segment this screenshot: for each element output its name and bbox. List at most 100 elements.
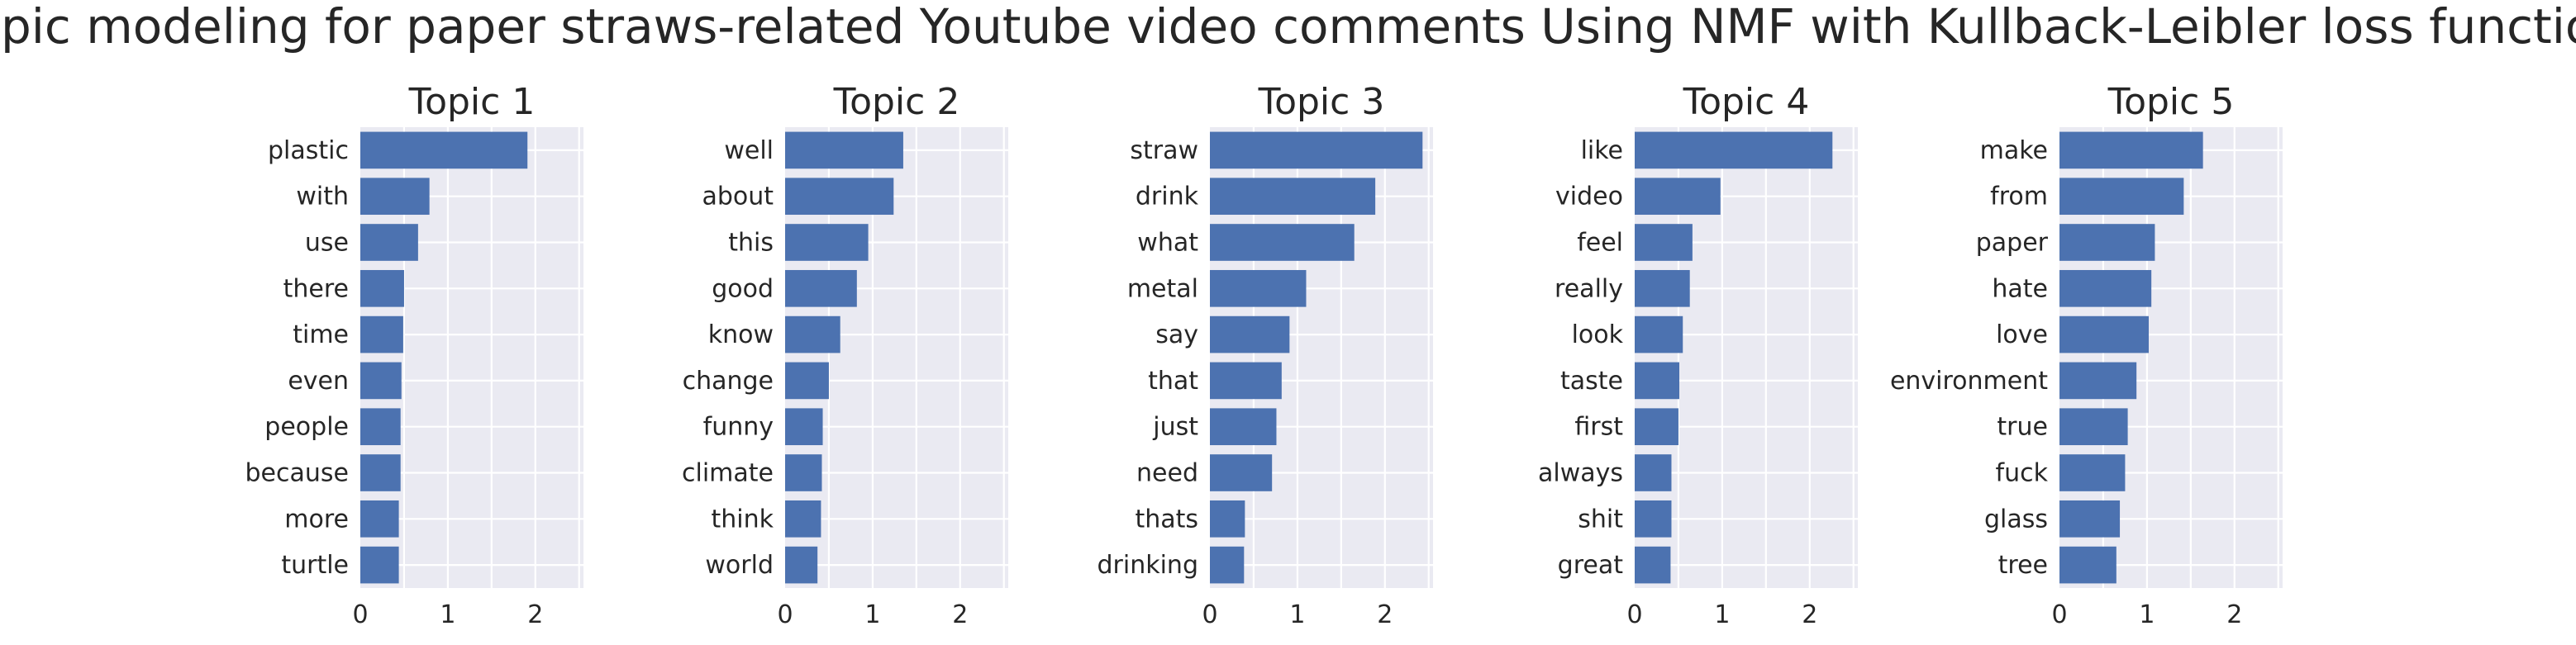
category-tick-label: straw: [1130, 136, 1198, 165]
category-tick-label: this: [728, 229, 774, 258]
bar: [1635, 500, 1672, 538]
x-tick-label: 1: [864, 600, 880, 629]
bar: [2059, 362, 2137, 400]
bar: [785, 269, 857, 307]
x-tick-label: 0: [777, 600, 793, 629]
panel-title: Topic 4: [1683, 81, 1810, 123]
category-tick-label: plastic: [268, 136, 349, 165]
bar: [2059, 500, 2121, 538]
category-tick-label: drinking: [1098, 551, 1199, 580]
bar: [2059, 408, 2128, 446]
bar: [1635, 454, 1672, 491]
bar: [360, 362, 402, 400]
category-tick-label: that: [1148, 367, 1198, 396]
category-tick-label: first: [1574, 413, 1623, 442]
x-tick-label: 0: [1626, 600, 1642, 629]
category-tick-label: like: [1581, 136, 1623, 165]
panel-title: Topic 2: [833, 81, 960, 123]
category-tick-label: know: [708, 320, 774, 349]
x-tick-label: 0: [1202, 600, 1217, 629]
bar: [360, 315, 403, 353]
x-tick-label: 2: [1802, 600, 1817, 629]
category-tick-label: climate: [682, 459, 774, 488]
category-tick-label: just: [1152, 413, 1198, 442]
x-tick-label: 0: [352, 600, 368, 629]
topic-bar-charts: Topic modeling for paper straws-related …: [0, 0, 2576, 645]
bar: [1210, 269, 1307, 307]
bar: [1635, 178, 1721, 216]
bar: [1635, 269, 1690, 307]
bar: [360, 269, 404, 307]
bar: [1210, 408, 1277, 446]
bar: [1210, 500, 1245, 538]
bar: [785, 315, 840, 353]
bar: [1635, 131, 1833, 169]
x-tick-label: 2: [952, 600, 968, 629]
bar: [1210, 362, 1282, 400]
bar: [1210, 546, 1245, 584]
bar: [785, 224, 869, 261]
bar: [360, 500, 399, 538]
category-tick-label: with: [296, 183, 349, 211]
category-tick-label: use: [305, 229, 349, 258]
x-tick-label: 1: [2139, 600, 2155, 629]
category-tick-label: change: [683, 367, 774, 396]
category-tick-label: funny: [703, 413, 774, 442]
category-tick-label: look: [1572, 320, 1624, 349]
bar: [785, 408, 823, 446]
category-tick-label: think: [712, 505, 774, 534]
category-tick-label: say: [1155, 320, 1198, 349]
category-tick-label: glass: [1984, 505, 2048, 534]
bar: [360, 408, 401, 446]
category-tick-label: more: [284, 505, 349, 534]
bar: [2059, 178, 2184, 216]
category-tick-label: people: [264, 413, 349, 442]
category-tick-label: thats: [1135, 505, 1198, 534]
bar: [1210, 178, 1376, 216]
x-tick-label: 1: [440, 600, 455, 629]
category-tick-label: feel: [1577, 229, 1623, 258]
category-tick-label: well: [724, 136, 774, 165]
bar: [2059, 315, 2149, 353]
x-tick-label: 2: [527, 600, 543, 629]
panel-title: Topic 1: [408, 81, 536, 123]
category-tick-label: great: [1558, 551, 1624, 580]
bar: [785, 131, 903, 169]
category-tick-label: drink: [1136, 183, 1199, 211]
category-tick-label: taste: [1560, 367, 1623, 396]
bar: [2059, 224, 2155, 261]
bar: [785, 178, 894, 216]
category-tick-label: turtle: [281, 551, 349, 580]
category-tick-label: about: [702, 183, 774, 211]
category-tick-label: true: [1997, 413, 2048, 442]
category-tick-label: even: [288, 367, 349, 396]
x-tick-label: 2: [1377, 600, 1393, 629]
category-tick-label: fuck: [1996, 459, 2049, 488]
category-tick-label: environment: [1890, 367, 2048, 396]
category-tick-label: video: [1555, 183, 1623, 211]
category-tick-label: good: [712, 274, 774, 303]
bar: [2059, 131, 2203, 169]
category-tick-label: paper: [1976, 229, 2049, 258]
bar: [1210, 224, 1355, 261]
bar: [785, 500, 821, 538]
bar: [1635, 362, 1679, 400]
bar: [785, 362, 829, 400]
bar: [2059, 454, 2126, 491]
bar: [2059, 546, 2117, 584]
bar: [360, 224, 418, 261]
bar: [360, 454, 401, 491]
bar: [1635, 224, 1693, 261]
bar: [1210, 131, 1423, 169]
category-tick-label: what: [1137, 229, 1198, 258]
bar: [1635, 315, 1683, 353]
bar: [2059, 269, 2152, 307]
panel-title: Topic 3: [1258, 81, 1385, 123]
bar: [1635, 546, 1671, 584]
category-tick-label: really: [1555, 274, 1623, 303]
x-tick-label: 0: [2051, 600, 2067, 629]
category-tick-label: from: [1990, 183, 2048, 211]
x-tick-label: 1: [1714, 600, 1730, 629]
category-tick-label: world: [705, 551, 774, 580]
panel-title: Topic 5: [2107, 81, 2235, 123]
